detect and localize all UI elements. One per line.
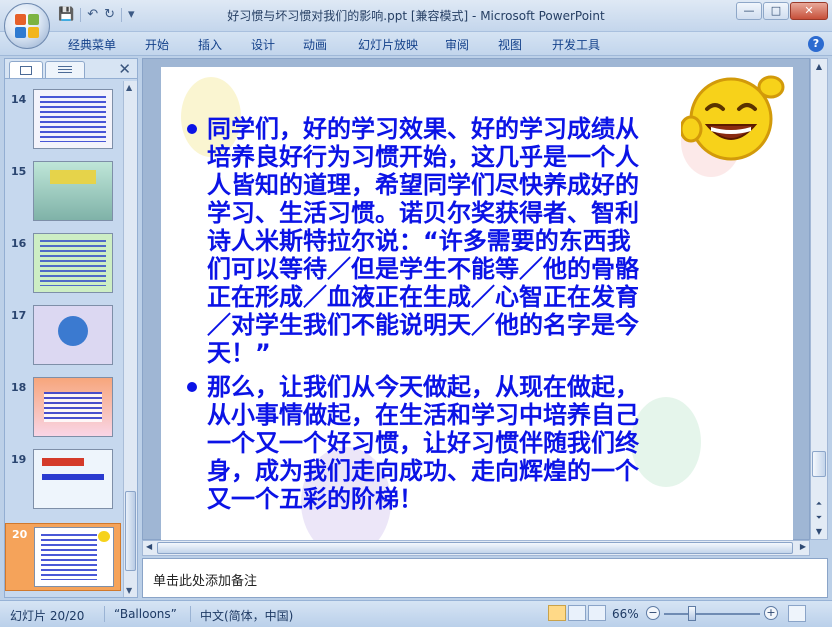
slide-number: 17	[11, 309, 27, 322]
status-divider	[104, 606, 105, 622]
bullet-paragraph: 同学们，好的学习效果、好的学习成绩从 培养良好行为习惯开始，这几乎是一个人 人皆…	[183, 115, 723, 367]
scroll-up-icon[interactable]: ▲	[126, 83, 132, 92]
thumbnail-smiley	[98, 531, 110, 542]
slide-thumbnail	[33, 449, 113, 509]
thumbnail-text	[41, 534, 97, 580]
slide-number: 19	[11, 453, 27, 466]
office-logo-icon	[15, 14, 39, 38]
normal-view-icon[interactable]	[548, 605, 566, 621]
slide-number: 18	[11, 381, 27, 394]
tab-developer[interactable]: 开发工具	[552, 36, 600, 53]
minimize-button[interactable]: —	[736, 2, 762, 20]
slide-counter: 幻灯片 20/20	[10, 609, 85, 623]
thumbnail-title	[42, 458, 84, 466]
tab-view[interactable]: 视图	[498, 36, 522, 53]
thumbnail-text	[40, 96, 106, 142]
zoom-out-icon[interactable]: −	[646, 606, 660, 620]
slide-thumbnail-item[interactable]: 15	[5, 161, 121, 225]
scroll-thumb[interactable]	[812, 451, 826, 477]
next-slide-icon[interactable]: ⏷	[812, 511, 826, 525]
bullet-paragraph: 那么，让我们从今天做起，从现在做起， 从小事情做起，在生活和学习中培养自己 一个…	[183, 373, 723, 513]
slide-thumbnail-item[interactable]: 18	[5, 377, 121, 441]
slide-thumbnail-list: 14 15 16 17 18 19 20	[5, 81, 121, 597]
title-bar: 💾 ↶ ↻ ▾ 好习惯与坏习惯对我们的影响.ppt [兼容模式] - Micro…	[0, 0, 832, 32]
panel-scrollbar[interactable]: ▲ ▼	[123, 81, 137, 597]
thumbnail-text	[44, 392, 102, 422]
laughing-smiley-icon[interactable]	[681, 67, 789, 163]
tab-outline[interactable]	[45, 61, 85, 78]
slide-show-view-icon[interactable]	[588, 605, 606, 621]
slide-thumbnail	[33, 233, 113, 293]
slide-text-box[interactable]: 同学们，好的学习效果、好的学习成绩从 培养良好行为习惯开始，这几乎是一个人 人皆…	[183, 115, 723, 519]
slide-sorter-view-icon[interactable]	[568, 605, 586, 621]
panel-tabs: ✕	[5, 59, 137, 79]
slide-number: 20	[12, 528, 28, 541]
thumbnail-text	[42, 474, 104, 480]
fit-to-window-icon[interactable]	[788, 605, 806, 622]
office-button[interactable]	[4, 3, 50, 49]
scroll-thumb[interactable]	[125, 491, 136, 571]
scroll-thumb[interactable]	[157, 542, 793, 554]
slide-edit-area: 同学们，好的学习效果、好的学习成绩从 培养良好行为习惯开始，这几乎是一个人 人皆…	[142, 58, 810, 541]
slide-horizontal-scrollbar[interactable]: ◀ ▶	[142, 540, 810, 556]
zoom-level[interactable]: 66%	[612, 607, 639, 621]
slide-number: 16	[11, 237, 27, 250]
thumbnail-text	[40, 240, 106, 286]
theme-name[interactable]: “Balloons”	[114, 607, 177, 621]
slide-thumbnail-item[interactable]: 14	[5, 89, 121, 153]
slide-thumbnail	[33, 377, 113, 437]
help-icon[interactable]: ?	[808, 36, 824, 52]
maximize-button[interactable]: □	[763, 2, 789, 20]
slides-panel: ✕ 14 15 16 17 18 19 20 ▲ ▼	[4, 58, 138, 598]
scroll-right-icon[interactable]: ▶	[800, 542, 806, 551]
language-indicator[interactable]: 中文(简体，中国)	[200, 607, 293, 624]
slide-thumbnail	[34, 527, 114, 587]
ribbon-tabs: 经典菜单 开始 插入 设计 动画 幻灯片放映 审阅 视图 开发工具 ?	[0, 32, 832, 56]
tab-review[interactable]: 审阅	[445, 36, 469, 53]
slide-thumbnail	[33, 89, 113, 149]
notes-placeholder: 单击此处添加备注	[153, 574, 258, 589]
zoom-slider-track[interactable]	[664, 613, 760, 615]
outline-view-icon	[58, 66, 72, 75]
thumbnail-picture	[58, 316, 88, 346]
tab-design[interactable]: 设计	[251, 36, 275, 53]
slide-canvas[interactable]: 同学们，好的学习效果、好的学习成绩从 培养良好行为习惯开始，这几乎是一个人 人皆…	[161, 67, 793, 541]
scroll-up-icon[interactable]: ▲	[812, 60, 826, 74]
slide-thumbnail	[33, 161, 113, 221]
window-controls: — □ ✕	[736, 2, 828, 20]
slide-thumbnail-item[interactable]: 19	[5, 449, 121, 513]
slides-view-icon	[20, 66, 32, 75]
slide-number: 14	[11, 93, 27, 106]
zoom-slider-thumb[interactable]	[688, 606, 696, 621]
close-panel-icon[interactable]: ✕	[118, 60, 131, 78]
window-title: 好习惯与坏习惯对我们的影响.ppt [兼容模式] - Microsoft Pow…	[227, 9, 605, 23]
thumbnail-title	[50, 170, 96, 184]
notes-pane[interactable]: 单击此处添加备注	[142, 558, 828, 598]
slide-thumbnail-item[interactable]: 16	[5, 233, 121, 297]
slide-thumbnail	[33, 305, 113, 365]
status-divider	[190, 606, 191, 622]
tab-classic-menu[interactable]: 经典菜单	[68, 36, 116, 53]
scroll-left-icon[interactable]: ◀	[146, 542, 152, 551]
slide-thumbnail-item-selected[interactable]: 20	[5, 523, 121, 591]
slide-vertical-scrollbar[interactable]: ▲ ⏶ ⏷ ▼	[810, 58, 828, 540]
tab-animations[interactable]: 动画	[303, 36, 327, 53]
status-bar: 幻灯片 20/20 “Balloons” 中文(简体，中国) 66% − +	[0, 600, 832, 627]
tab-slides[interactable]	[9, 61, 43, 78]
tab-home[interactable]: 开始	[145, 36, 169, 53]
close-button[interactable]: ✕	[790, 2, 828, 20]
zoom-in-icon[interactable]: +	[764, 606, 778, 620]
slide-number: 15	[11, 165, 27, 178]
scroll-down-icon[interactable]: ▼	[126, 586, 132, 595]
tab-slide-show[interactable]: 幻灯片放映	[358, 36, 418, 53]
scroll-down-icon[interactable]: ▼	[812, 525, 826, 539]
tab-insert[interactable]: 插入	[198, 36, 222, 53]
slide-thumbnail-item[interactable]: 17	[5, 305, 121, 369]
previous-slide-icon[interactable]: ⏶	[812, 497, 826, 511]
